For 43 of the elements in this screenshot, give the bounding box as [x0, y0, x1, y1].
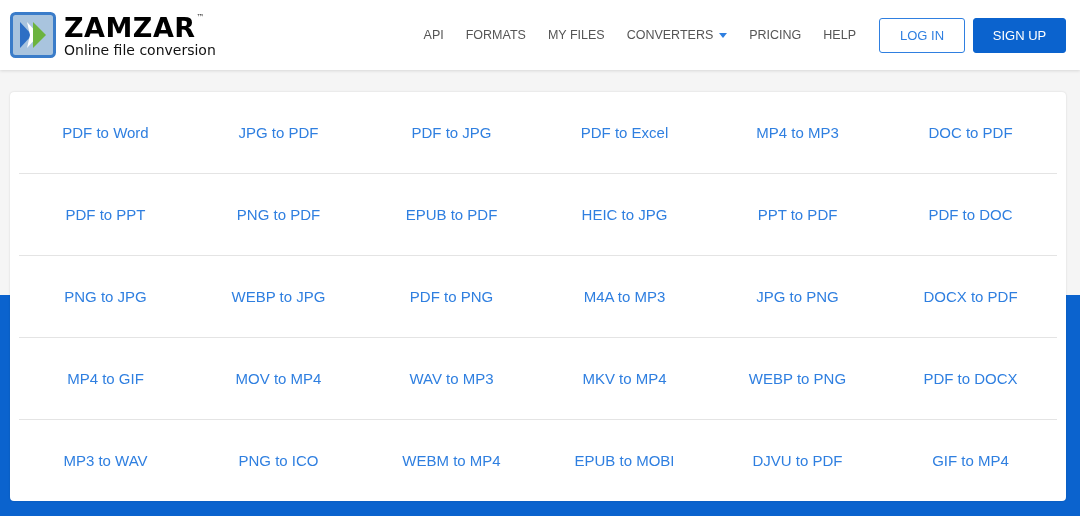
logo-icon: [10, 12, 56, 58]
converter-link[interactable]: MP4 to MP3: [756, 124, 839, 141]
converter-link[interactable]: JPG to PNG: [756, 288, 839, 305]
converter-link[interactable]: M4A to MP3: [583, 288, 666, 305]
converter-link[interactable]: EPUB to PDF: [405, 206, 498, 223]
converter-link[interactable]: DJVU to PDF: [752, 452, 843, 469]
converter-link[interactable]: MP3 to WAV: [63, 452, 148, 469]
caret-icon: [719, 32, 728, 38]
converter-link[interactable]: MKV to MP4: [582, 370, 667, 387]
converter-link[interactable]: PDF to JPG: [411, 124, 492, 141]
converter-link[interactable]: GIF to MP4: [932, 452, 1009, 469]
nav-link[interactable]: FORMATS: [454, 28, 537, 42]
converter-link[interactable]: PDF to Word: [62, 124, 149, 141]
converter-link[interactable]: PDF to PNG: [409, 288, 494, 305]
nav-link[interactable]: CONVERTERS: [615, 28, 739, 42]
converter-link[interactable]: PNG to ICO: [238, 452, 319, 469]
nav-link[interactable]: MY FILES: [536, 28, 616, 42]
nav-link[interactable]: API: [412, 28, 455, 42]
converter-link[interactable]: PNG to PDF: [236, 206, 321, 223]
converter-link[interactable]: PDF to PPT: [65, 206, 146, 223]
converter-link[interactable]: WEBP to PNG: [748, 370, 847, 387]
converter-link[interactable]: PDF to DOC: [928, 206, 1013, 223]
converter-link[interactable]: MOV to MP4: [235, 370, 322, 387]
log-in-button[interactable]: LOG IN: [879, 17, 965, 53]
trademark: ™: [196, 13, 205, 22]
sign-up-button[interactable]: SIGN UP: [973, 17, 1066, 53]
converter-link[interactable]: PPT to PDF: [757, 206, 838, 223]
converter-link[interactable]: WEBM to MP4: [402, 452, 501, 469]
converter-link[interactable]: MP4 to GIF: [67, 370, 144, 387]
converter-link[interactable]: PDF to Excel: [580, 124, 669, 141]
converter-link[interactable]: EPUB to MOBI: [574, 452, 675, 469]
converter-link[interactable]: DOC to PDF: [928, 124, 1013, 141]
converter-link[interactable]: WEBP to JPG: [231, 288, 326, 305]
converter-link[interactable]: DOCX to PDF: [923, 288, 1018, 305]
nav-link[interactable]: HELP: [812, 28, 867, 42]
converter-link[interactable]: JPG to PDF: [238, 124, 319, 141]
brand-name: ZAMZAR: [64, 13, 196, 41]
converter-link[interactable]: PDF to DOCX: [923, 370, 1018, 387]
converter-link[interactable]: HEIC to JPG: [581, 206, 668, 223]
converter-link[interactable]: PNG to JPG: [64, 288, 147, 305]
converter-link[interactable]: WAV to MP3: [409, 370, 494, 387]
brand-tagline: Online file conversion: [64, 42, 216, 57]
nav-link[interactable]: PRICING: [738, 28, 813, 42]
